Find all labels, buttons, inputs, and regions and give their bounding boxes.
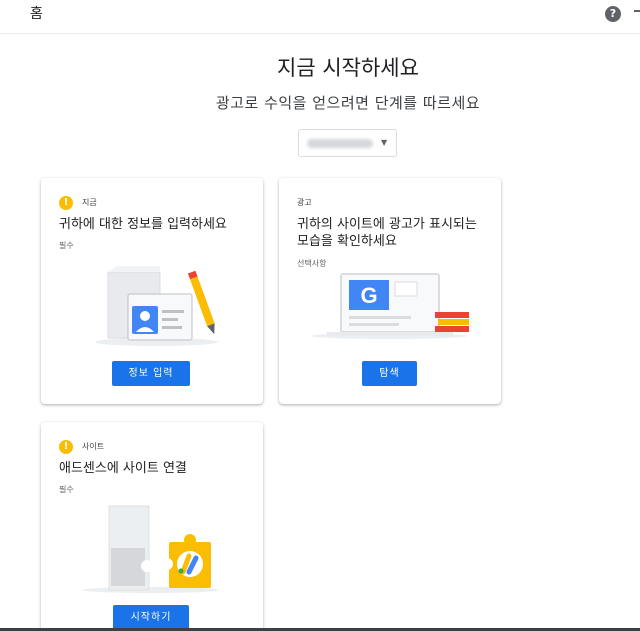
- page-title: 지금 시작하세요: [277, 56, 419, 80]
- card-title: 애드센스에 사이트 연결: [59, 461, 187, 476]
- card-requirement: 선택사항: [297, 259, 327, 268]
- explore-button[interactable]: 탐색: [362, 361, 417, 386]
- warning-icon: !: [59, 196, 73, 210]
- card-title: 귀하의 사이트에 광고가 표시되는 모습을 확인하세요: [297, 217, 477, 249]
- chevron-down-icon: ▼: [381, 138, 388, 147]
- enter-info-button[interactable]: 정보 입력: [112, 361, 190, 386]
- card-title: 귀하에 대한 정보를 입력하세요: [59, 217, 227, 232]
- account-name-redacted: [307, 139, 373, 148]
- page-subtitle: 광고로 수익을 얻으려면 단계를 따르세요: [215, 94, 481, 112]
- card-tag: 광고: [297, 198, 312, 207]
- account-selector[interactable]: ▼: [298, 129, 397, 157]
- card-personal-info: ! 지금 귀하에 대한 정보를 입력하세요 필수 정보 입력: [41, 178, 263, 404]
- card-tag: 지금: [82, 198, 97, 207]
- get-started-button[interactable]: 시작하기: [113, 605, 189, 630]
- card-ad-preview: 광고 귀하의 사이트에 광고가 표시되는 모습을 확인하세요 선택사항 G 탐색: [279, 178, 501, 404]
- home-title: 홈: [30, 6, 43, 22]
- site-preview-illustration-icon: G: [311, 273, 469, 339]
- id-card-illustration-icon: [96, 266, 218, 346]
- warning-icon: !: [59, 440, 73, 454]
- help-icon[interactable]: ?: [605, 6, 621, 22]
- puzzle-illustration-icon: [83, 505, 219, 593]
- top-bar: 홈 ?: [0, 0, 640, 34]
- card-tag: 사이트: [82, 442, 105, 451]
- overflow-indicator[interactable]: [634, 10, 640, 12]
- svg-text:G: G: [360, 283, 377, 308]
- card-connect-site: ! 사이트 애드센스에 사이트 연결 필수 시작하기: [41, 422, 263, 631]
- card-requirement: 필수: [59, 241, 74, 250]
- card-requirement: 필수: [59, 485, 74, 494]
